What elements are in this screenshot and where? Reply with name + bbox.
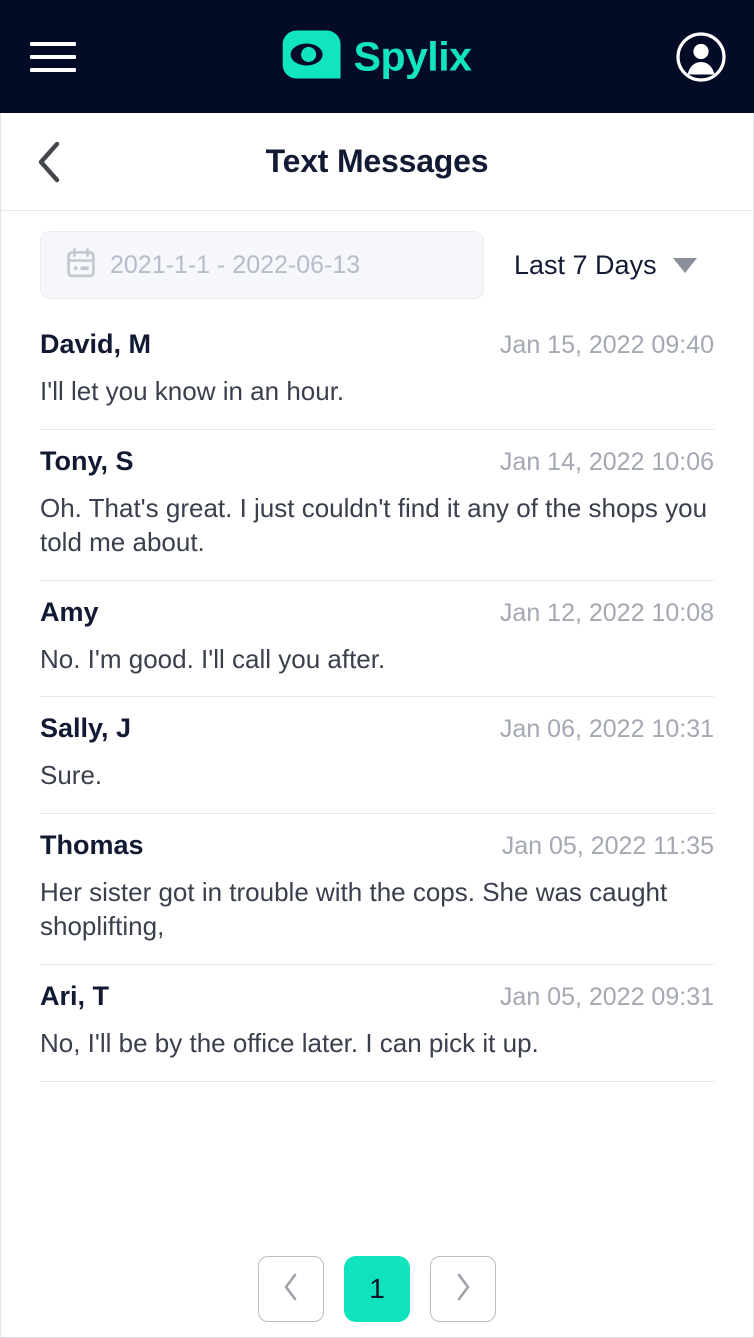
- top-navigation-bar: Spylix: [0, 0, 754, 113]
- table-row[interactable]: Ari, T Jan 05, 2022 09:31 No, I'll be by…: [40, 965, 714, 1082]
- message-text: No, I'll be by the office later. I can p…: [40, 1028, 539, 1059]
- pagination-page-1[interactable]: 1: [344, 1256, 410, 1322]
- date-preset-dropdown[interactable]: Last 7 Days: [514, 250, 697, 281]
- hamburger-line: [30, 41, 76, 46]
- filter-bar: 2021-1-1 - 2022-06-13 Last 7 Days: [0, 211, 754, 319]
- pagination: 1: [0, 1240, 754, 1338]
- app-root: Spylix Text Messages 2021-1-1 - 2022-06-…: [0, 0, 754, 1338]
- chevron-right-icon: [454, 1272, 472, 1307]
- back-chevron-icon[interactable]: [26, 139, 72, 185]
- message-timestamp: Jan 05, 2022 11:35: [501, 831, 714, 860]
- date-range-value: 2021-1-1 - 2022-06-13: [110, 250, 361, 279]
- message-timestamp: Jan 15, 2022 09:40: [499, 331, 714, 359]
- message-timestamp: Jan 14, 2022 10:06: [499, 447, 714, 476]
- message-sender: Tony, S: [40, 445, 134, 476]
- message-text: Sure.: [40, 760, 103, 791]
- hamburger-menu-icon[interactable]: [30, 39, 76, 75]
- message-sender: Thomas: [40, 829, 144, 860]
- message-header: Thomas Jan 05, 2022 11:35: [40, 830, 714, 861]
- pagination-next-button[interactable]: [430, 1256, 496, 1322]
- brand-logo[interactable]: Spylix: [282, 28, 472, 85]
- message-timestamp: Jan 05, 2022 09:31: [499, 983, 714, 1012]
- table-row[interactable]: Amy Jan 12, 2022 10:08 No. I'm good. I'l…: [40, 581, 714, 698]
- message-text: No. I'm good. I'll call you after.: [40, 643, 386, 674]
- message-header: Sally, J Jan 06, 2022 10:31: [40, 713, 714, 744]
- spylix-eye-icon: [282, 28, 341, 85]
- message-sender: Amy: [40, 596, 99, 627]
- page-header: Text Messages: [0, 113, 754, 211]
- message-header: David, M Jan 15, 2022 09:40: [40, 329, 714, 360]
- pagination-prev-button[interactable]: [258, 1256, 324, 1322]
- chevron-down-icon: [672, 257, 697, 273]
- calendar-icon: [67, 247, 95, 283]
- message-header: Amy Jan 12, 2022 10:08: [40, 597, 714, 628]
- date-preset-label: Last 7 Days: [514, 249, 657, 280]
- table-row[interactable]: David, M Jan 15, 2022 09:40 I'll let you…: [40, 319, 714, 430]
- table-row[interactable]: Thomas Jan 05, 2022 11:35 Her sister got…: [40, 814, 714, 966]
- message-header: Ari, T Jan 05, 2022 09:31: [40, 981, 714, 1012]
- message-list: David, M Jan 15, 2022 09:40 I'll let you…: [0, 319, 754, 1240]
- message-header: Tony, S Jan 14, 2022 10:06: [40, 446, 714, 477]
- message-timestamp: Jan 06, 2022 10:31: [499, 715, 714, 744]
- brand-name-text: Spylix: [353, 33, 472, 79]
- hamburger-line: [30, 67, 76, 72]
- message-text: Oh. That's great. I just couldn't find i…: [40, 492, 708, 558]
- message-sender: David, M: [40, 329, 152, 359]
- message-sender: Ari, T: [40, 981, 110, 1012]
- page-title: Text Messages: [265, 143, 489, 179]
- date-range-input[interactable]: 2021-1-1 - 2022-06-13: [40, 231, 484, 299]
- message-sender: Sally, J: [40, 713, 132, 744]
- table-row[interactable]: Tony, S Jan 14, 2022 10:06 Oh. That's gr…: [40, 430, 714, 581]
- account-avatar-icon[interactable]: [676, 31, 726, 82]
- message-timestamp: Jan 12, 2022 10:08: [499, 598, 714, 627]
- chevron-left-icon: [282, 1272, 300, 1307]
- message-text: Her sister got in trouble with the cops.…: [40, 876, 668, 942]
- table-row[interactable]: Sally, J Jan 06, 2022 10:31 Sure.: [40, 697, 714, 814]
- message-text: I'll let you know in an hour.: [40, 376, 345, 406]
- page-edge-left: [0, 113, 1, 1338]
- hamburger-line: [30, 54, 76, 59]
